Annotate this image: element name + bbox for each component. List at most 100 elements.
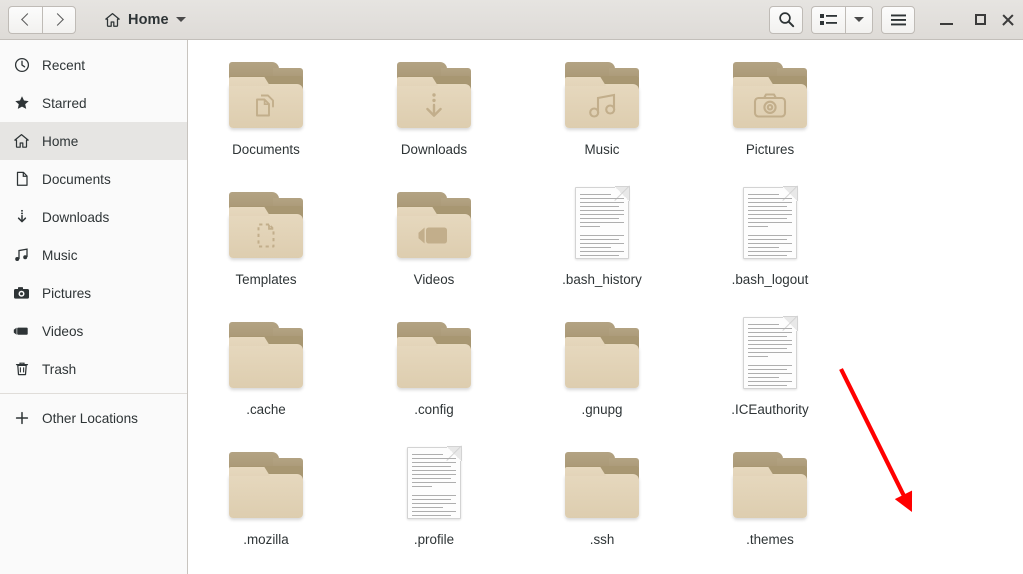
sidebar-item-starred[interactable]: Starred	[0, 84, 187, 122]
sidebar-item-label: Music	[42, 247, 78, 263]
file-name-label: Documents	[232, 142, 300, 157]
list-view-icon	[820, 13, 837, 25]
file-icon-wrapper	[562, 186, 642, 268]
sidebar-item-recent[interactable]: Recent	[0, 46, 187, 84]
plus-icon	[13, 410, 30, 427]
file-list-view[interactable]: Desktop Documents Downloads Music Pictur…	[188, 40, 1023, 574]
sidebar-item-label: Trash	[42, 361, 77, 377]
folder-icon	[733, 62, 807, 128]
documents-emblem	[229, 84, 303, 128]
window-body: Recent Starred Home Documents Downloads …	[0, 40, 1023, 574]
maximize-button[interactable]	[963, 5, 997, 35]
file-name-label: Templates	[235, 272, 297, 287]
sidebar-item-videos[interactable]: Videos	[0, 312, 187, 350]
hamburger-menu-icon	[890, 14, 906, 25]
search-button[interactable]	[769, 5, 803, 34]
file-item[interactable]: .profile	[350, 438, 518, 568]
close-button[interactable]	[997, 5, 1017, 35]
folder-icon	[229, 322, 303, 388]
star-icon	[13, 95, 30, 112]
header-left-group: Home	[8, 5, 192, 34]
view-options-dropdown[interactable]	[845, 5, 873, 34]
file-name-label: .bash_logout	[731, 272, 809, 287]
file-icon-wrapper	[730, 446, 810, 528]
back-button[interactable]	[8, 5, 42, 34]
sidebar-item-pictures[interactable]: Pictures	[0, 274, 187, 312]
sidebar-item-other-locations[interactable]: Other Locations	[0, 399, 187, 437]
folder-icon	[229, 192, 303, 258]
file-item[interactable]: .cache	[188, 308, 350, 438]
sidebar-separator	[0, 393, 187, 394]
home-icon	[105, 12, 120, 27]
music-icon	[13, 247, 30, 264]
file-name-label: .themes	[746, 532, 794, 547]
text-file-icon	[743, 316, 798, 389]
file-name-label: .gnupg	[581, 402, 623, 417]
file-item[interactable]: Videos	[350, 178, 518, 308]
text-file-icon	[407, 446, 462, 519]
folder-icon	[733, 452, 807, 518]
sidebar-item-label: Videos	[42, 323, 84, 339]
sidebar-item-documents[interactable]: Documents	[0, 160, 187, 198]
clock-icon	[13, 57, 30, 74]
sidebar-item-trash[interactable]: Trash	[0, 350, 187, 388]
music-emblem	[565, 84, 639, 128]
sidebar-item-label: Home	[42, 133, 79, 149]
path-bar-home-button[interactable]: Home	[98, 9, 192, 31]
sidebar-item-label: Recent	[42, 57, 86, 73]
list-view-button[interactable]	[811, 5, 845, 34]
file-item[interactable]: .bash_history	[518, 178, 686, 308]
sidebar-item-label: Starred	[42, 95, 87, 111]
file-name-label: .ssh	[589, 532, 615, 547]
file-icon-wrapper	[394, 56, 474, 138]
sidebar-item-downloads[interactable]: Downloads	[0, 198, 187, 236]
file-name-label: .bash_history	[562, 272, 642, 287]
file-item[interactable]: .mozilla	[188, 438, 350, 568]
close-icon	[1001, 13, 1014, 26]
chevron-down-icon	[175, 17, 186, 22]
folder-icon	[565, 322, 639, 388]
main-menu-button[interactable]	[881, 5, 915, 34]
text-file-icon	[575, 186, 630, 259]
folder-icon	[229, 452, 303, 518]
file-item[interactable]: Downloads	[350, 48, 518, 178]
file-icon-wrapper	[226, 186, 306, 268]
folder-icon	[397, 322, 471, 388]
header-right-group	[761, 5, 1017, 35]
minimize-button[interactable]	[929, 5, 963, 35]
file-icon-wrapper	[226, 56, 306, 138]
file-item[interactable]: Documents	[188, 48, 350, 178]
downloads-emblem	[397, 84, 471, 128]
file-name-label: .cache	[246, 402, 286, 417]
file-name-label: .mozilla	[243, 532, 289, 547]
pictures-emblem	[733, 84, 807, 128]
trash-icon	[13, 361, 30, 378]
navigation-button-group	[8, 5, 76, 34]
file-item[interactable]: .ssh	[518, 438, 686, 568]
sidebar-item-home[interactable]: Home	[0, 122, 187, 160]
header-bar: Home	[0, 0, 1023, 40]
forward-button[interactable]	[42, 5, 76, 34]
file-item[interactable]: .themes	[686, 438, 854, 568]
file-item[interactable]: .bash_logout	[686, 178, 854, 308]
sidebar-item-label: Other Locations	[42, 410, 138, 426]
file-item[interactable]: .gnupg	[518, 308, 686, 438]
file-item[interactable]: Templates	[188, 178, 350, 308]
file-manager-window: Home Recent Starred Home Documents Downl…	[0, 0, 1023, 574]
file-item[interactable]: .ICEauthority	[686, 308, 854, 438]
file-item[interactable]: .config	[350, 308, 518, 438]
file-name-label: Pictures	[745, 142, 795, 157]
folder-icon	[397, 192, 471, 258]
file-item[interactable]: Pictures	[686, 48, 854, 178]
file-item[interactable]: Music	[518, 48, 686, 178]
camera-icon	[13, 285, 30, 302]
sidebar-item-label: Downloads	[42, 209, 110, 225]
text-file-icon	[743, 186, 798, 259]
file-icon-wrapper	[730, 186, 810, 268]
sidebar-item-music[interactable]: Music	[0, 236, 187, 274]
file-icon-wrapper	[394, 316, 474, 398]
download-icon	[13, 209, 30, 226]
videos-emblem	[397, 214, 471, 258]
file-icon-wrapper	[226, 316, 306, 398]
folder-icon	[565, 452, 639, 518]
